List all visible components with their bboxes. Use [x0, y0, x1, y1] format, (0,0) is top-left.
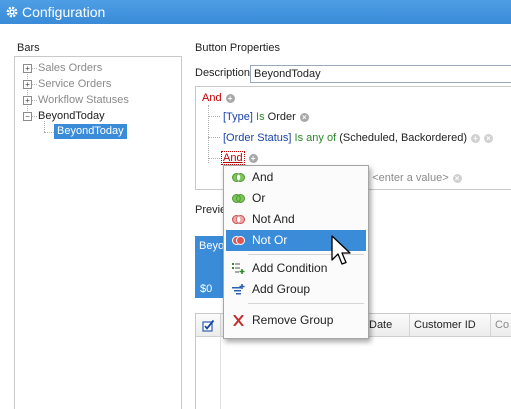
- nested-group-row: And +: [221, 151, 258, 165]
- column-partial[interactable]: Co: [490, 314, 511, 336]
- and-icon: [232, 173, 245, 182]
- title-bar: Configuration: [0, 0, 511, 24]
- collapse-icon[interactable]: −: [23, 112, 32, 121]
- add-condition-icon: [232, 263, 245, 274]
- tile-title: Beyo: [199, 240, 225, 252]
- mouse-cursor-icon: [331, 235, 351, 265]
- tree-item-beyondtoday[interactable]: − BeyondToday: [23, 108, 173, 124]
- checkbox-edit-icon[interactable]: [202, 319, 215, 332]
- add-group-icon: [232, 284, 245, 295]
- remove-condition-icon[interactable]: ×: [299, 112, 309, 122]
- condition-row-order-status: [Order Status] Is any of (Scheduled, Bac…: [223, 131, 493, 145]
- expand-icon[interactable]: +: [23, 64, 32, 73]
- add-icon[interactable]: +: [248, 153, 258, 163]
- root-group-operator[interactable]: And: [202, 92, 222, 104]
- remove-group-icon: [233, 315, 244, 326]
- add-icon[interactable]: +: [225, 93, 235, 103]
- menu-item-or[interactable]: Or: [226, 188, 366, 209]
- tile-amount: $0: [200, 283, 213, 295]
- button-properties-label: Button Properties: [195, 42, 280, 54]
- description-label: Description: [195, 67, 251, 79]
- tree-item-workflow-statuses[interactable]: + Workflow Statuses: [23, 92, 173, 108]
- tree-item-service-orders[interactable]: + Service Orders: [23, 76, 173, 92]
- selected-tree-label: BeyondToday: [54, 124, 127, 139]
- remove-condition-icon[interactable]: ×: [452, 173, 462, 183]
- expand-icon[interactable]: +: [23, 96, 32, 105]
- not-and-icon: [232, 215, 245, 224]
- remove-condition-icon[interactable]: ×: [483, 133, 493, 143]
- expand-icon[interactable]: +: [23, 80, 32, 89]
- column-customer-id[interactable]: Customer ID: [409, 314, 488, 336]
- menu-item-not-and[interactable]: Not And: [226, 209, 366, 230]
- bars-label: Bars: [17, 42, 40, 54]
- condition-field[interactable]: [Order Status]: [223, 132, 291, 144]
- condition-field[interactable]: [Type]: [223, 111, 253, 123]
- window-title: Configuration: [22, 4, 106, 20]
- description-field[interactable]: BeyondToday: [250, 65, 511, 83]
- menu-item-remove-group[interactable]: Remove Group: [226, 310, 366, 331]
- hidden-condition-row: h <enter a value>×: [363, 171, 462, 185]
- root-group-row: And +: [202, 91, 235, 105]
- condition-value[interactable]: Order: [268, 111, 296, 123]
- condition-operator[interactable]: Is: [256, 111, 265, 123]
- column-date[interactable]: Date: [364, 314, 409, 336]
- not-or-icon: [232, 236, 245, 245]
- menu-item-and[interactable]: And: [226, 167, 366, 188]
- preview-label: Previe: [195, 204, 227, 216]
- add-icon[interactable]: +: [470, 133, 480, 143]
- nested-group-operator[interactable]: And: [221, 151, 245, 165]
- tree-item-sales-orders[interactable]: + Sales Orders: [23, 60, 173, 76]
- menu-item-add-group[interactable]: Add Group: [226, 279, 366, 300]
- gear-icon: [6, 6, 18, 18]
- bars-tree[interactable]: + Sales Orders + Service Orders + Workfl…: [14, 56, 182, 409]
- condition-operator[interactable]: Is any of: [295, 132, 337, 144]
- condition-row-type: [Type] Is Order ×: [223, 110, 309, 124]
- enter-value-placeholder[interactable]: <enter a value>: [372, 172, 448, 184]
- or-icon: [232, 194, 245, 203]
- condition-value[interactable]: (Scheduled, Backordered): [339, 132, 467, 144]
